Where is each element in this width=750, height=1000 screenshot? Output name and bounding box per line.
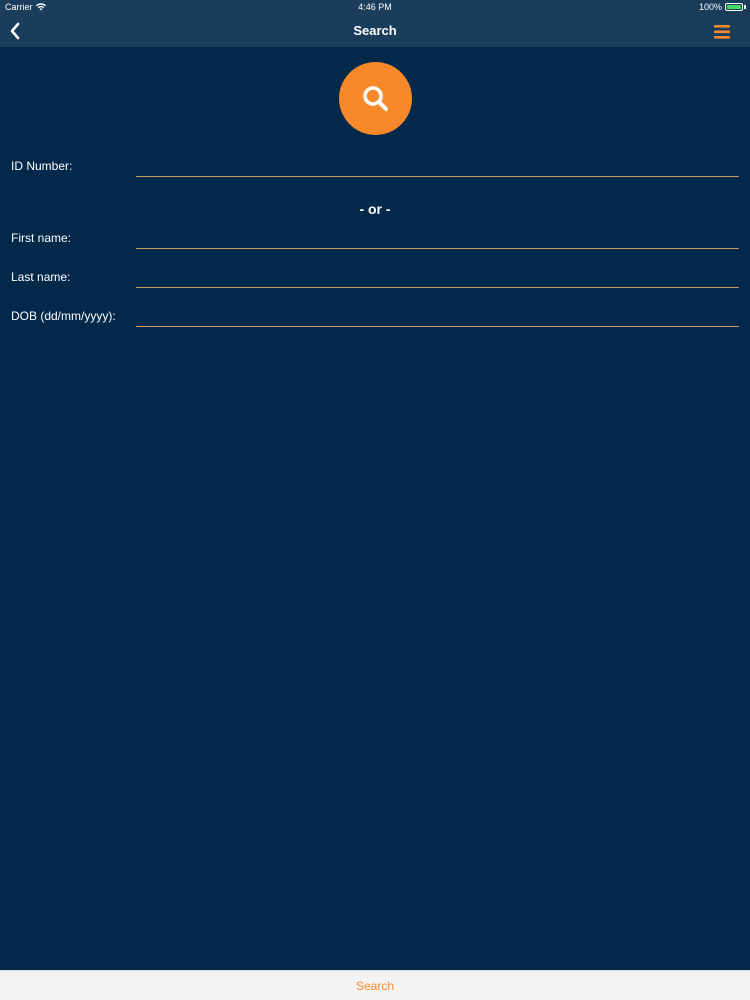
first-name-row: First name:	[0, 227, 750, 251]
navigation-bar: Search	[0, 16, 750, 47]
battery-tip	[744, 5, 746, 9]
last-name-label: Last name:	[11, 270, 71, 284]
battery-percent: 100%	[698, 2, 722, 12]
dob-row: DOB (dd/mm/yyyy):	[0, 305, 750, 329]
id-number-input[interactable]	[136, 155, 739, 177]
id-number-row: ID Number:	[0, 155, 750, 179]
or-separator: - or -	[359, 201, 391, 217]
search-circle-button[interactable]	[339, 62, 412, 135]
status-time: 4:46 PM	[358, 2, 392, 12]
dob-label: DOB (dd/mm/yyyy):	[11, 309, 116, 323]
dob-input[interactable]	[136, 305, 739, 327]
first-name-input[interactable]	[136, 227, 739, 249]
status-bar: Carrier 4:46 PM 100%	[0, 0, 750, 16]
menu-button[interactable]	[712, 22, 734, 42]
battery-fill	[727, 5, 741, 9]
id-number-label: ID Number:	[11, 159, 73, 173]
page-title: Search	[353, 23, 397, 38]
hamburger-menu-icon	[714, 25, 730, 39]
search-submit-button[interactable]: Search	[0, 979, 750, 993]
first-name-label: First name:	[11, 231, 72, 245]
battery-indicator: 100%	[699, 2, 746, 12]
search-icon	[362, 85, 388, 111]
battery-icon	[725, 3, 743, 11]
last-name-input[interactable]	[136, 266, 739, 288]
bottom-toolbar: Search	[0, 970, 750, 1000]
last-name-row: Last name:	[0, 266, 750, 290]
